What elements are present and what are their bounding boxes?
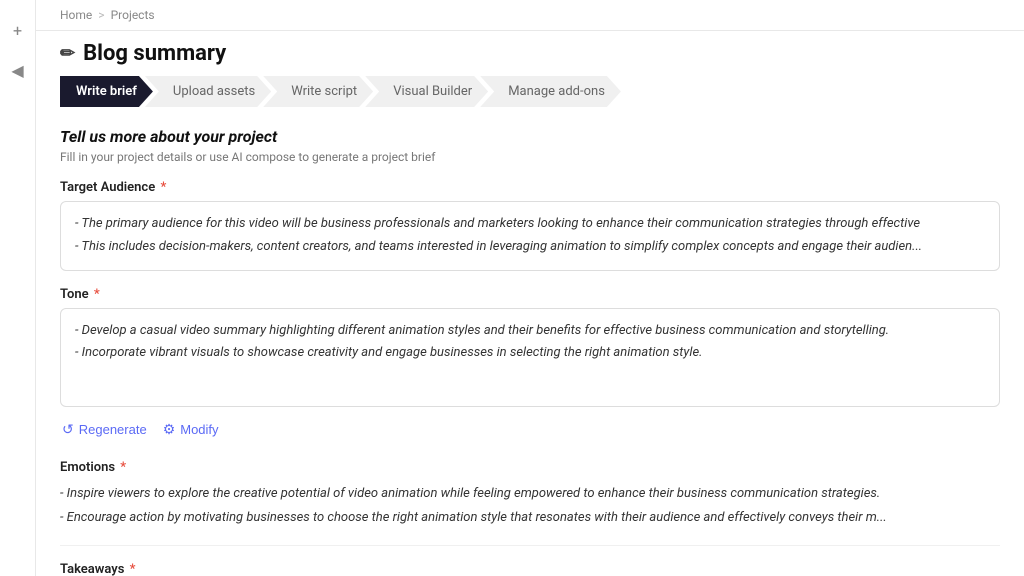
sidebar-plus-icon[interactable]: + <box>8 20 28 40</box>
page-title-text: Blog summary <box>83 41 226 66</box>
edit-icon[interactable]: ✏ <box>60 43 75 64</box>
step-manage-addons[interactable]: Manage add-ons <box>480 76 621 107</box>
regenerate-label: Regenerate <box>79 422 147 437</box>
page-title-row: ✏ Blog summary <box>36 31 1024 76</box>
main-content: Home > Projects ✏ Blog summary Write bri… <box>36 0 1024 576</box>
step-visual-builder[interactable]: Visual Builder <box>365 76 488 107</box>
modify-button[interactable]: ⚙ Modify <box>163 421 219 438</box>
tone-line2: - Incorporate vibrant visuals to showcas… <box>75 343 985 364</box>
tone-field: Tone * - Develop a casual video summary … <box>60 287 1000 445</box>
target-audience-label: Target Audience * <box>60 180 1000 195</box>
content-area: Tell us more about your project Fill in … <box>36 107 1024 576</box>
breadcrumb-sep1: > <box>98 8 104 22</box>
sidebar: + ◀ <box>0 0 36 576</box>
breadcrumb-home[interactable]: Home <box>60 8 92 22</box>
breadcrumb-projects[interactable]: Projects <box>111 8 155 22</box>
step-visual-builder-label: Visual Builder <box>393 84 472 99</box>
step-upload-assets-label: Upload assets <box>173 84 255 99</box>
step-nav: Write brief Upload assets Write script V… <box>36 76 1024 107</box>
step-write-brief[interactable]: Write brief <box>60 76 153 107</box>
emotions-label: Emotions * <box>60 460 1000 475</box>
emotions-field: Emotions * - Inspire viewers to explore … <box>60 460 1000 529</box>
takeaways-field: Takeaways * Highlight the various animat… <box>60 562 1000 576</box>
takeaways-label: Takeaways * <box>60 562 1000 576</box>
breadcrumb: Home > Projects <box>60 8 155 22</box>
target-audience-line2: - This includes decision-makers, content… <box>75 237 985 258</box>
sidebar-arrow-icon[interactable]: ◀ <box>8 60 28 80</box>
tone-label: Tone * <box>60 287 1000 302</box>
step-write-script-label: Write script <box>291 84 357 99</box>
divider1 <box>60 545 1000 546</box>
form-subtitle: Fill in your project details or use AI c… <box>60 150 1000 164</box>
emotions-line2: - Encourage action by motivating busines… <box>60 507 1000 529</box>
step-manage-addons-label: Manage add-ons <box>508 84 605 99</box>
target-audience-line1: - The primary audience for this video wi… <box>75 214 985 235</box>
modify-label: Modify <box>180 422 218 437</box>
regenerate-icon: ↺ <box>62 421 74 438</box>
page-title: ✏ Blog summary <box>60 41 226 66</box>
modify-icon: ⚙ <box>163 421 176 438</box>
tone-content[interactable]: - Develop a casual video summary highlig… <box>60 308 1000 408</box>
step-write-script[interactable]: Write script <box>263 76 373 107</box>
target-audience-content[interactable]: - The primary audience for this video wi… <box>60 201 1000 271</box>
regenerate-button[interactable]: ↺ Regenerate <box>62 421 147 438</box>
form-main-title: Tell us more about your project <box>60 127 1000 146</box>
step-write-brief-label: Write brief <box>76 84 137 99</box>
emotions-content: - Inspire viewers to explore the creativ… <box>60 483 1000 529</box>
emotions-line1: - Inspire viewers to explore the creativ… <box>60 483 1000 505</box>
tone-actions: ↺ Regenerate ⚙ Modify <box>60 415 1000 444</box>
step-upload-assets[interactable]: Upload assets <box>145 76 271 107</box>
top-bar: Home > Projects <box>36 0 1024 31</box>
tone-line1: - Develop a casual video summary highlig… <box>75 321 985 342</box>
target-audience-field: Target Audience * - The primary audience… <box>60 180 1000 271</box>
